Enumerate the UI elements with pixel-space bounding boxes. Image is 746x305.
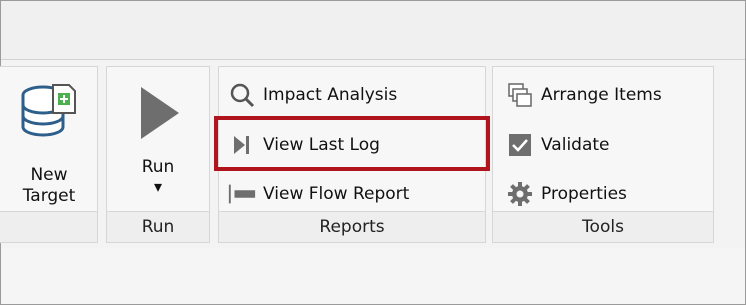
properties-label: Properties	[541, 184, 627, 204]
ribbon-group-run: Run ▾ Run	[106, 66, 210, 243]
ribbon: New Target Run ▾ Run Impact Analysis Vie…	[0, 60, 745, 249]
play-icon	[141, 87, 179, 139]
group-label-tools: Tools	[493, 211, 713, 242]
run-label: Run	[141, 157, 175, 177]
magnifier-icon	[227, 80, 257, 110]
gear-icon	[505, 179, 535, 209]
title-bar	[1, 1, 745, 60]
content-area	[1, 248, 745, 304]
ribbon-group-target: New Target	[0, 66, 98, 243]
highlight-box	[214, 116, 490, 171]
app-window: New Target Run ▾ Run Impact Analysis Vie…	[0, 0, 746, 305]
run-dropdown-icon[interactable]: ▾	[113, 178, 203, 196]
impact-analysis-button[interactable]: Impact Analysis	[227, 77, 397, 113]
arrange-windows-icon	[505, 80, 535, 110]
group-label-reports: Reports	[219, 211, 485, 242]
checkbox-icon	[505, 130, 535, 160]
ribbon-group-tools: Arrange Items Validate Properties Tools	[492, 66, 714, 243]
database-add-icon	[21, 84, 76, 137]
view-flow-report-button[interactable]: View Flow Report	[227, 176, 409, 212]
flow-report-icon	[227, 179, 257, 209]
validate-label: Validate	[541, 135, 610, 155]
group-label-target	[0, 211, 97, 242]
arrange-items-button[interactable]: Arrange Items	[505, 77, 662, 113]
run-button[interactable]: Run ▾	[113, 71, 203, 211]
new-target-label-line1: New	[30, 165, 68, 185]
new-target-label-line2: Target	[22, 186, 76, 206]
arrange-items-label: Arrange Items	[541, 85, 662, 105]
view-flow-report-label: View Flow Report	[263, 184, 410, 204]
group-label-run: Run	[107, 211, 209, 242]
validate-button[interactable]: Validate	[505, 127, 610, 163]
properties-button[interactable]: Properties	[505, 176, 627, 212]
new-target-button[interactable]: New Target	[6, 71, 92, 211]
impact-analysis-label: Impact Analysis	[263, 85, 398, 105]
